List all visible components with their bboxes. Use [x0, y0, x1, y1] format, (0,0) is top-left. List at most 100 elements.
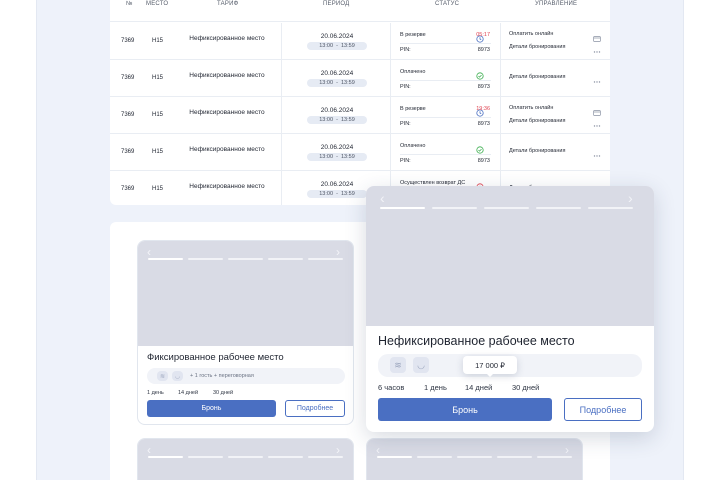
image-slider-dots — [148, 456, 343, 458]
duration-option[interactable]: 1 день — [424, 383, 447, 392]
card-icon[interactable] — [593, 30, 601, 42]
slider-dot[interactable] — [148, 456, 183, 458]
chevron-left-icon[interactable]: ‹ — [376, 444, 380, 456]
card-image-placeholder — [138, 439, 353, 480]
more-icon[interactable] — [593, 147, 601, 157]
book-button[interactable]: Бронь — [147, 400, 276, 417]
actions-cell: Оплатить онлайн Детали бронирования — [509, 97, 610, 133]
duration-option[interactable]: 30 дней — [512, 383, 539, 392]
seat-label: Н15 — [152, 186, 164, 192]
coffee-icon: ◡ — [413, 357, 429, 373]
wifi-icon: ≋ — [157, 371, 168, 381]
slider-dot[interactable] — [588, 207, 633, 209]
details-button[interactable]: Подробнее — [564, 398, 642, 421]
actions-cell: Детали бронирования — [509, 60, 610, 96]
slider-dot[interactable] — [148, 258, 183, 260]
divider — [400, 43, 491, 44]
tariff-card-nonfixed-expanded[interactable]: ‹ › Нефиксированное рабочее место ≋ ◡ 17… — [366, 186, 654, 432]
more-icon[interactable] — [593, 43, 601, 53]
action-booking-details-link[interactable]: Детали бронирования — [509, 148, 565, 154]
slider-dot[interactable] — [380, 207, 425, 209]
card-image-placeholder — [138, 241, 353, 346]
chevron-right-icon[interactable]: › — [628, 191, 633, 205]
reserve-timer: 19:36 — [476, 106, 490, 112]
slider-dot[interactable] — [188, 258, 223, 260]
slider-dot[interactable] — [228, 258, 263, 260]
pin-value: 8973 — [477, 47, 490, 53]
col-header-actions: УПРАВЛЕНИЕ — [535, 1, 578, 7]
slider-dot[interactable] — [377, 456, 412, 458]
seat-label: Н15 — [152, 38, 164, 44]
slider-dot[interactable] — [417, 456, 452, 458]
booking-number: 7369 — [121, 112, 135, 118]
col-header-status: СТАТУС — [435, 1, 460, 7]
amenities-bar: ≋ ◡ + 1 гость + переговорная — [147, 368, 345, 384]
tariff-name: Нефиксированное место — [189, 35, 265, 42]
tariff-card-fixed[interactable]: ‹ › Фиксированное рабочее место ≋ ◡ + 1 … — [137, 240, 354, 425]
card-title: Нефиксированное рабочее место — [378, 334, 575, 348]
actions-cell: Детали бронирования — [509, 134, 610, 170]
card-title: Фиксированное рабочее место — [147, 352, 284, 363]
action-pay-online-link[interactable]: Оплатить онлайн — [509, 105, 553, 111]
booking-number: 7369 — [121, 186, 135, 192]
chevron-left-icon[interactable]: ‹ — [147, 444, 151, 456]
period-date: 20.06.2024 — [320, 107, 354, 114]
more-icon[interactable] — [593, 117, 601, 127]
slider-dot[interactable] — [308, 456, 343, 458]
status-cell: Оплачено PIN: 8973 — [391, 134, 501, 170]
seat-label: Н15 — [152, 149, 164, 155]
slider-dot[interactable] — [484, 207, 529, 209]
slider-dot[interactable] — [228, 456, 263, 458]
period-cell: 20.06.2024 13:00 - 13:59 — [281, 60, 391, 96]
pin-label: PIN: — [400, 158, 411, 164]
tariff-card-bottom-left[interactable]: ‹ › — [137, 438, 354, 480]
slider-dot[interactable] — [536, 207, 581, 209]
table-row: 7369 Н15 Нефиксированное место 20.06.202… — [110, 23, 610, 60]
chevron-left-icon[interactable]: ‹ — [380, 191, 385, 205]
duration-option[interactable]: 1 день — [147, 390, 164, 396]
slider-dot[interactable] — [537, 456, 572, 458]
details-button[interactable]: Подробнее — [285, 400, 345, 417]
tariff-name: Нефиксированное место — [189, 183, 265, 190]
chevron-right-icon[interactable]: › — [336, 444, 340, 456]
amenities-text: + 1 гость + переговорная — [190, 373, 254, 379]
action-pay-online-link[interactable]: Оплатить онлайн — [509, 31, 553, 37]
chevron-right-icon[interactable]: › — [336, 246, 340, 258]
slider-dot[interactable] — [308, 258, 343, 260]
more-icon[interactable] — [593, 73, 601, 83]
action-booking-details-link[interactable]: Детали бронирования — [509, 118, 565, 124]
book-button[interactable]: Бронь — [378, 398, 552, 421]
image-slider-dots — [377, 456, 572, 458]
chevron-right-icon[interactable]: › — [565, 444, 569, 456]
period-time-range: 13:00 - 13:59 — [307, 190, 367, 198]
chevron-left-icon[interactable]: ‹ — [147, 246, 151, 258]
tariff-card-bottom-right[interactable]: ‹ › — [366, 438, 583, 480]
table-header: № МЕСТО ТАРИФ ПЕРИОД СТАТУС УПРАВЛЕНИЕ — [110, 0, 610, 22]
table-row: 7369 Н15 Нефиксированное место 20.06.202… — [110, 97, 610, 134]
pin-label: PIN: — [400, 84, 411, 90]
slider-dot[interactable] — [188, 456, 223, 458]
period-time-range: 13:00 - 13:59 — [307, 42, 367, 50]
slider-dot[interactable] — [268, 258, 303, 260]
col-header-period: ПЕРИОД — [323, 1, 350, 7]
duration-option-selected[interactable]: 14 дней — [465, 383, 492, 392]
slider-dot[interactable] — [432, 207, 477, 209]
slider-dot[interactable] — [268, 456, 303, 458]
price-tooltip: 17 000 ₽ — [463, 356, 517, 377]
card-icon[interactable] — [593, 104, 601, 116]
divider — [400, 117, 491, 118]
duration-option[interactable]: 14 дней — [178, 390, 198, 396]
bookings-table: № МЕСТО ТАРИФ ПЕРИОД СТАТУС УПРАВЛЕНИЕ 7… — [110, 0, 610, 205]
duration-option[interactable]: 30 дней — [213, 390, 233, 396]
wifi-icon: ≋ — [390, 357, 406, 373]
slider-dot[interactable] — [457, 456, 492, 458]
col-header-number: № — [126, 1, 133, 7]
duration-option[interactable]: 6 часов — [378, 383, 404, 392]
action-booking-details-link[interactable]: Детали бронирования — [509, 74, 565, 80]
slider-dot[interactable] — [497, 456, 532, 458]
divider — [400, 154, 491, 155]
action-booking-details-link[interactable]: Детали бронирования — [509, 44, 565, 50]
pin-value: 8973 — [477, 158, 490, 164]
status-text: В резерве — [400, 106, 426, 112]
status-cell: Оплачено PIN: 8973 — [391, 60, 501, 96]
